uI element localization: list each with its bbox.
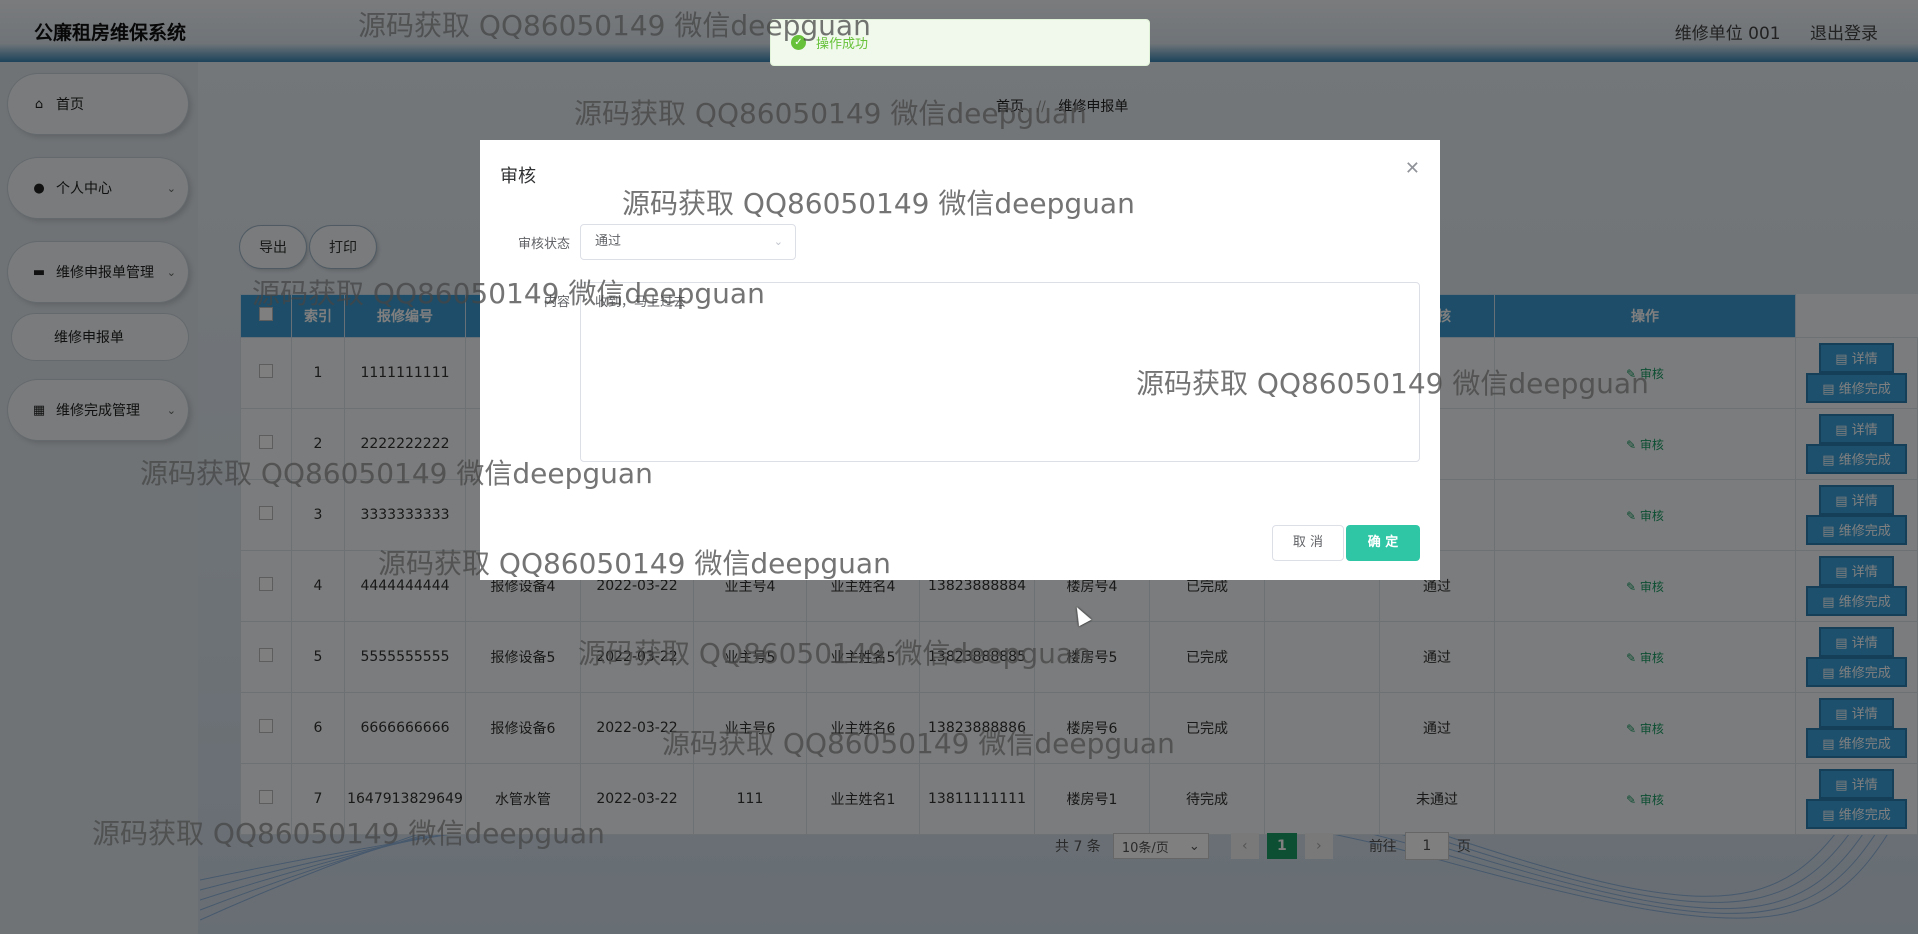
- cancel-button[interactable]: 取 消: [1272, 525, 1344, 561]
- confirm-button[interactable]: 确 定: [1346, 525, 1420, 561]
- chevron-down-icon: ⌄: [773, 235, 783, 248]
- check-circle-icon: ✓: [791, 35, 806, 50]
- toast-message: 操作成功: [816, 37, 869, 52]
- success-toast: ✓ 操作成功: [770, 19, 1150, 66]
- status-label: 审核状态: [517, 237, 570, 252]
- content-label: 内容: [543, 295, 570, 310]
- content-textarea[interactable]: 收到，马上过去: [580, 282, 1420, 462]
- audit-dialog: 审核 ✕ 审核状态 通过 ⌄ 内容 收到，马上过去 取 消 确 定: [480, 140, 1440, 580]
- close-icon[interactable]: ✕: [1405, 158, 1420, 179]
- dialog-title: 审核: [500, 166, 536, 187]
- status-select[interactable]: 通过 ⌄: [580, 224, 796, 260]
- status-value: 通过: [595, 234, 622, 249]
